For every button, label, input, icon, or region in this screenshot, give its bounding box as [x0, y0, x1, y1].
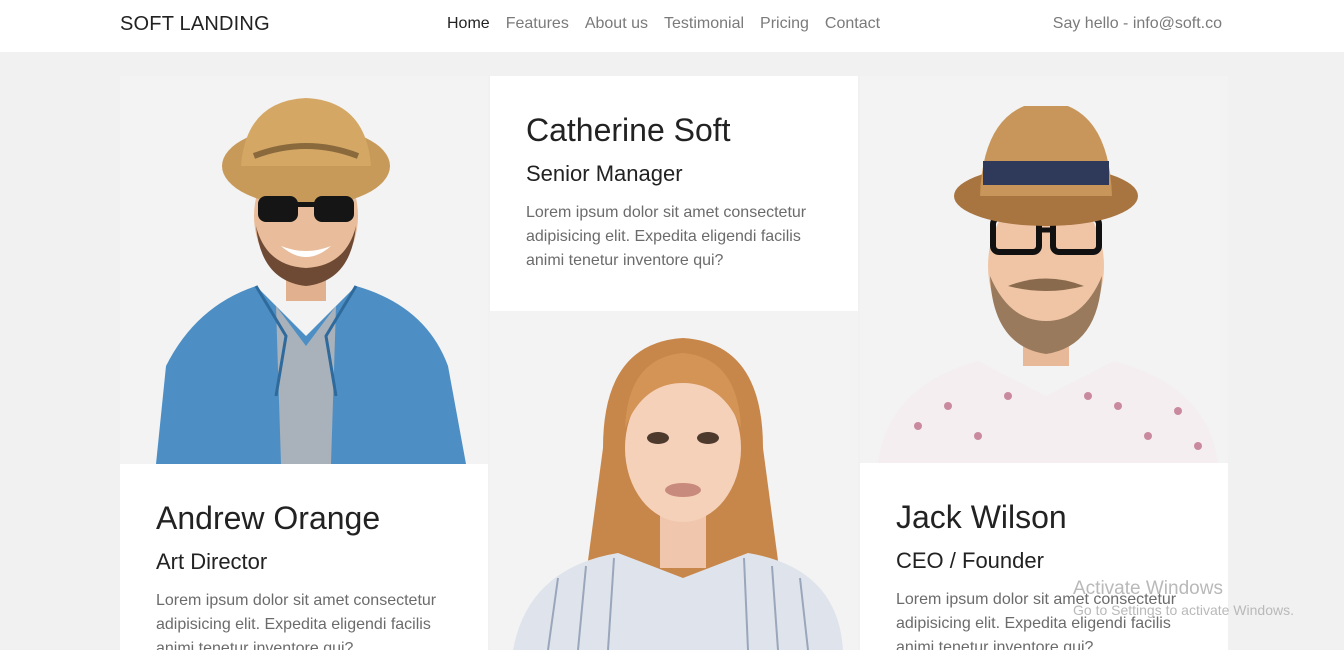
team-card-catherine: Catherine Soft Senior Manager Lorem ipsu…: [490, 76, 858, 311]
team-card-jack: Jack Wilson CEO / Founder Lorem ipsum do…: [860, 463, 1228, 650]
team-member-andrew: Andrew Orange Art Director Lorem ipsum d…: [120, 76, 488, 650]
team-member-description: Lorem ipsum dolor sit amet consectetur a…: [156, 592, 437, 650]
team-member-description: Lorem ipsum dolor sit amet consectetur a…: [526, 204, 807, 269]
nav-testimonial-link[interactable]: Testimonial: [664, 15, 744, 33]
team-member-catherine: Catherine Soft Senior Manager Lorem ipsu…: [490, 76, 858, 650]
nav-features-link[interactable]: Features: [506, 15, 569, 33]
team-photo-jack: [878, 106, 1218, 463]
team-member-name: Jack Wilson: [896, 499, 1067, 535]
team-member-description: Lorem ipsum dolor sit amet consectetur a…: [896, 591, 1177, 650]
team-member-name: Catherine Soft: [526, 112, 731, 148]
nav-about-link[interactable]: About us: [585, 15, 648, 33]
top-navbar: SOFT LANDING Home Features About us Test…: [0, 0, 1344, 52]
team-photo-andrew: [156, 98, 466, 464]
team-photo-catherine: [513, 338, 843, 650]
main-nav: Home Features About us Testimonial Prici…: [447, 15, 896, 33]
team-member-role: Senior Manager: [526, 161, 683, 186]
team-member-role: Art Director: [156, 549, 268, 574]
brand-logo[interactable]: SOFT LANDING: [120, 13, 270, 36]
nav-pricing-link[interactable]: Pricing: [760, 15, 809, 33]
team-member-jack: Jack Wilson CEO / Founder Lorem ipsum do…: [860, 76, 1228, 650]
team-member-name: Andrew Orange: [156, 500, 381, 536]
contact-email-text[interactable]: Say hello - info@soft.co: [1053, 15, 1222, 33]
team-card-andrew: Andrew Orange Art Director Lorem ipsum d…: [120, 464, 488, 650]
nav-home-link[interactable]: Home: [447, 15, 490, 33]
nav-contact-link[interactable]: Contact: [825, 15, 880, 33]
team-member-role: CEO / Founder: [896, 548, 1044, 573]
